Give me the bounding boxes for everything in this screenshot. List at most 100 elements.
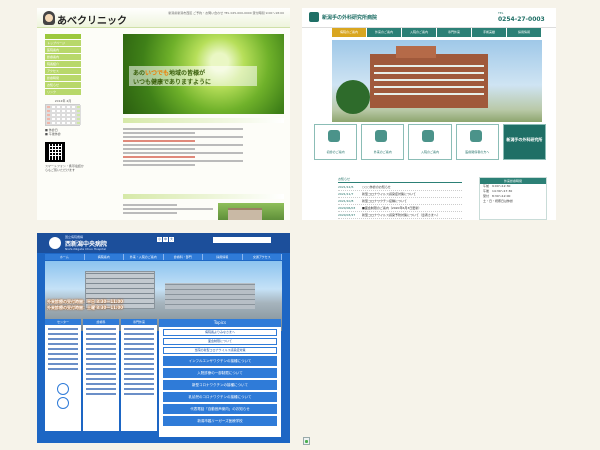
topic-link[interactable]: 代表電話「自動音声案内」のお知らせ bbox=[163, 404, 277, 414]
hospital-wing bbox=[165, 283, 255, 309]
nav-item[interactable]: 病院案内 bbox=[85, 254, 124, 260]
card-outpatient[interactable]: 外来のご案内 bbox=[361, 124, 405, 160]
clinic-nav-item[interactable]: お知らせ bbox=[45, 82, 81, 88]
nav-item[interactable]: 外来のご案内 bbox=[367, 28, 402, 37]
topic-link[interactable]: 新型コロナワクチンの接種について bbox=[163, 380, 277, 390]
building-shape bbox=[228, 208, 262, 220]
nav-item[interactable]: 専門外来 bbox=[437, 28, 472, 37]
card-label: 新潟手の外科研究所 bbox=[506, 137, 543, 142]
nav-item[interactable]: 手術実績 bbox=[472, 28, 507, 37]
news-line[interactable] bbox=[123, 152, 243, 154]
news-row[interactable]: 2020/03/27 新型コロナウイルス感染予防対策について（患者さまへ） bbox=[338, 212, 462, 219]
news-line[interactable] bbox=[123, 148, 195, 150]
clinic-nav-item[interactable]: 院長紹介 bbox=[45, 61, 81, 67]
departments-column: 診療科 bbox=[83, 319, 119, 431]
news-row[interactable]: 2020/06/03 ■面会制限のご案内（2020年6月3日更新） bbox=[338, 205, 462, 212]
collage-page: { "clinic": { "logo": "あべクリニック", "top_in… bbox=[0, 0, 600, 450]
broken-image-leaf bbox=[305, 440, 308, 443]
topic-link[interactable]: 新潟市臨リーガーズ医療学校 bbox=[163, 416, 277, 426]
clinic-sub-header bbox=[123, 194, 284, 199]
search-input[interactable] bbox=[213, 237, 271, 243]
hero-caption-line1: あのいつでも地域の皆様が bbox=[133, 68, 205, 77]
nishi-niigata-content: センター 診療科 専門外来 Topics 病院長よりみなさまへ 面会制限について… bbox=[45, 319, 282, 439]
nishi-niigata-nav: ホーム 病院案内 外来・入院のご案内 診療科・部門 採用情報 交通アクセス bbox=[45, 254, 282, 260]
clinic-nav-item[interactable]: アクセス bbox=[45, 68, 81, 74]
news-text[interactable]: 新型コロナワクチン接種について bbox=[362, 198, 407, 204]
news-date: 2020/03/27 bbox=[338, 213, 356, 217]
specialty-column: 専門外来 bbox=[121, 319, 157, 431]
nav-item[interactable]: 診療科・部門 bbox=[164, 254, 203, 260]
news-line[interactable] bbox=[123, 132, 195, 134]
news-line[interactable] bbox=[123, 144, 243, 146]
card-label: 入院のご案内 bbox=[421, 150, 440, 154]
card-inpatient[interactable]: 入院のご案内 bbox=[408, 124, 452, 160]
nav-item[interactable]: ホーム bbox=[45, 254, 85, 260]
topic-link[interactable]: 病院長よりみなさまへ bbox=[163, 329, 277, 336]
news-text[interactable]: ○○○休診のお知らせ bbox=[362, 184, 391, 190]
news-row[interactable]: 2021/11/7 新型コロナウイルス感染症対策について bbox=[338, 191, 462, 198]
text-line bbox=[123, 204, 177, 206]
clinic-screenshot: あべクリニック 新潟県新潟市西区 ご予約・お問い合わせ TEL 025-000-… bbox=[37, 8, 290, 220]
niigata-te-header: 新潟手の外科研究所病院 TEL 0254-27-0003 bbox=[302, 8, 556, 28]
news-text[interactable]: 新型コロナウイルス感染予防対策について（患者さまへ） bbox=[362, 212, 440, 218]
nav-item[interactable]: 病院のご案内 bbox=[332, 28, 367, 37]
card-label: 初診のご案内 bbox=[326, 150, 345, 154]
centers-column: センター bbox=[45, 319, 81, 431]
news-text[interactable]: 新型コロナウイルス感染症対策について bbox=[362, 191, 416, 197]
news-line[interactable] bbox=[123, 160, 243, 162]
card-first-visit[interactable]: 初診のご案内 bbox=[314, 124, 358, 160]
clinic-contact-info: 新潟県新潟市西区 ご予約・お問い合わせ TEL 025-000-0000 受付時… bbox=[168, 11, 284, 15]
topic-link[interactable]: 乳幼児のコロナワクチンの接種について bbox=[163, 392, 277, 402]
clinic-nav-item[interactable]: 医院案内 bbox=[45, 47, 81, 53]
reception-icon bbox=[328, 130, 340, 142]
font-size-small[interactable]: 小 bbox=[157, 237, 162, 242]
tree-shape bbox=[336, 80, 370, 114]
niigata-te-logo[interactable]: 新潟手の外科研究所病院 bbox=[322, 14, 377, 21]
circle-icon[interactable] bbox=[57, 383, 69, 395]
news-line[interactable] bbox=[123, 128, 243, 130]
news-row[interactable]: 2021/12/6 ○○○休診のお知らせ bbox=[338, 184, 462, 191]
clinic-news-list bbox=[123, 126, 243, 168]
clinic-logo[interactable]: あべクリニック bbox=[57, 12, 127, 27]
niigata-te-news: 2021/12/6 ○○○休診のお知らせ 2021/11/7 新型コロナウイルス感染… bbox=[338, 184, 462, 219]
hero-caption-line2: いつも健康でありますように bbox=[133, 79, 211, 86]
news-text[interactable]: ■面会制限のご案内（2020年6月3日更新） bbox=[362, 205, 421, 211]
news-row[interactable]: 2021/10/8 新型コロナワクチン接種について bbox=[338, 198, 462, 205]
font-size-large[interactable]: 大 bbox=[169, 237, 174, 242]
clinic-nav-item[interactable]: リンク bbox=[45, 89, 81, 95]
font-size-switcher: 小 中 大 bbox=[157, 237, 174, 242]
calendar-legend: ■ 休診日 ■ 午後休診 bbox=[45, 128, 81, 136]
hospital-emblem-icon bbox=[49, 237, 61, 249]
topics-panel: Topics 病院長よりみなさまへ 面会制限について 当院の新型コロナウイルス感… bbox=[159, 319, 281, 437]
nav-item[interactable]: 採用情報 bbox=[203, 254, 243, 260]
clinic-sub-text bbox=[123, 202, 213, 216]
circle-icon[interactable] bbox=[57, 397, 69, 409]
card-medical-staff[interactable]: 医療関係者の方へ bbox=[455, 124, 499, 160]
hospital-logo-icon bbox=[309, 12, 319, 22]
hospital-photo bbox=[332, 40, 542, 122]
banner-icons bbox=[45, 381, 81, 411]
logo-english: Nishi-Niigata Chuo Hospital bbox=[65, 247, 107, 251]
card-institute[interactable]: 新潟手の外科研究所 bbox=[502, 124, 547, 160]
text-line bbox=[123, 208, 213, 210]
font-size-medium[interactable]: 中 bbox=[163, 237, 168, 242]
news-line[interactable] bbox=[123, 140, 195, 142]
niigata-te-screenshot: 新潟手の外科研究所病院 TEL 0254-27-0003 病院のご案内 外来のご… bbox=[302, 8, 556, 220]
topic-link[interactable]: 面会制限について bbox=[163, 338, 277, 345]
clinic-nav-item[interactable]: 診療案内 bbox=[45, 54, 81, 60]
clinic-news-header bbox=[123, 118, 284, 123]
clinic-nav-item[interactable]: トップページ bbox=[45, 40, 81, 46]
news-line[interactable] bbox=[123, 136, 243, 138]
clinic-sidebar: トップページ 医院案内 診療案内 院長紹介 アクセス 診療時間 お知らせ リンク… bbox=[45, 34, 84, 172]
nav-item[interactable]: 交通アクセス bbox=[243, 254, 282, 260]
news-line[interactable] bbox=[123, 164, 195, 166]
topic-link[interactable]: インフルエンザワクチンの接種について bbox=[163, 356, 277, 366]
topic-link[interactable]: 当院の新型コロナウイルス感染症対策 bbox=[163, 347, 277, 354]
topic-link[interactable]: 入院診療の一部制限について bbox=[163, 368, 277, 378]
news-line[interactable] bbox=[123, 156, 195, 158]
card-label: 医療関係者の方へ bbox=[465, 150, 490, 154]
nav-item[interactable]: 採用情報 bbox=[507, 28, 542, 37]
nav-item[interactable]: 外来・入院のご案内 bbox=[124, 254, 164, 260]
clinic-nav-item[interactable]: 診療時間 bbox=[45, 75, 81, 81]
nav-item[interactable]: 入院のご案内 bbox=[402, 28, 437, 37]
